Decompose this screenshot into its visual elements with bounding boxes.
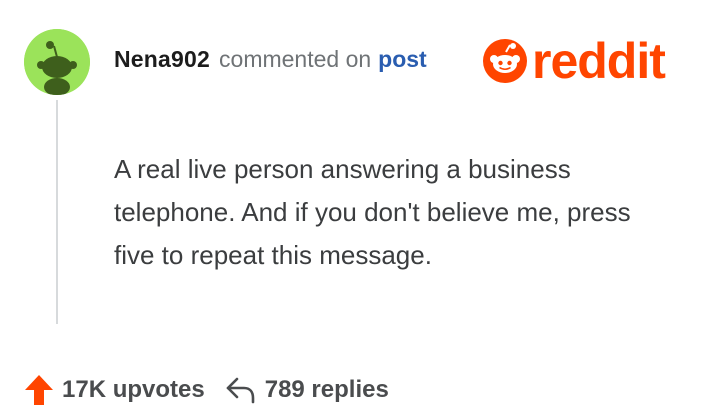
- reply-arrow-icon[interactable]: [225, 376, 257, 404]
- upvote-arrow-icon[interactable]: [24, 374, 54, 406]
- comment-body: A real live person answering a business …: [114, 154, 631, 270]
- reddit-wordmark: reddit: [532, 33, 666, 89]
- comment-footer: 17K upvotes 789 replies: [24, 372, 389, 408]
- action-text: commented on: [219, 46, 372, 72]
- comment-header: Nena902 commented on post: [114, 46, 427, 78]
- post-link[interactable]: post: [378, 46, 427, 73]
- upvote-count: 17K upvotes: [62, 376, 205, 403]
- reddit-snoo-icon: [483, 39, 527, 83]
- snoo-avatar-icon: [24, 29, 90, 95]
- author-username[interactable]: Nena902: [114, 46, 210, 73]
- reddit-logo: reddit: [482, 33, 666, 89]
- thread-line: [56, 100, 58, 324]
- user-avatar[interactable]: [24, 29, 90, 95]
- reply-count[interactable]: 789 replies: [265, 376, 389, 404]
